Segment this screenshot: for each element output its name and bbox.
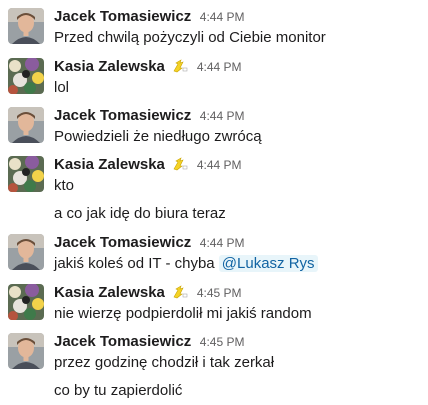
- message-text: Przed chwilą pożyczyli od Ciebie monitor: [54, 29, 326, 46]
- author-name[interactable]: Kasia Zalewska: [54, 284, 165, 301]
- timestamp[interactable]: 4:44 PM: [197, 158, 242, 172]
- message-header: Kasia Zalewska 4:45 PM: [54, 284, 242, 302]
- user-mention[interactable]: @Lukasz Rys: [218, 255, 318, 272]
- timestamp[interactable]: 4:44 PM: [197, 60, 242, 74]
- message-text: Powiedzieli że niedługo zwrócą: [54, 128, 262, 145]
- author-name[interactable]: Jacek Tomasiewicz: [54, 333, 191, 350]
- message-header: Kasia Zalewska 4:44 PM: [54, 156, 242, 174]
- message-text: kto: [54, 177, 75, 194]
- message-text: nie wierzę podpierdolił mi jakiś random: [54, 305, 312, 322]
- author-name[interactable]: Kasia Zalewska: [54, 156, 165, 173]
- character-collage-avatar-icon: [8, 58, 44, 94]
- character-collage-avatar-icon: [8, 156, 44, 192]
- message-text: przez godzinę chodził i tak zerkał: [54, 354, 275, 371]
- message-text: lol: [54, 79, 70, 96]
- person-avatar-icon: [8, 234, 44, 270]
- timestamp[interactable]: 4:45 PM: [197, 286, 242, 300]
- person-avatar-icon: [8, 333, 44, 369]
- avatar[interactable]: [8, 156, 44, 192]
- pikachu-emoji-icon[interactable]: [172, 59, 188, 73]
- avatar[interactable]: [8, 333, 44, 369]
- avatar[interactable]: [8, 8, 44, 44]
- author-name[interactable]: Kasia Zalewska: [54, 58, 165, 75]
- author-name[interactable]: Jacek Tomasiewicz: [54, 234, 191, 251]
- avatar[interactable]: [8, 58, 44, 94]
- person-avatar-icon: [8, 107, 44, 143]
- message-list: Jacek Tomasiewicz 4:44 PM Przed chwilą p…: [0, 0, 428, 405]
- message-text: a co jak idę do biura teraz: [54, 205, 226, 222]
- timestamp[interactable]: 4:44 PM: [200, 236, 245, 250]
- message-header: Jacek Tomasiewicz 4:44 PM: [54, 8, 244, 26]
- message-header: Kasia Zalewska 4:44 PM: [54, 58, 242, 76]
- pikachu-emoji-icon[interactable]: [172, 157, 188, 171]
- message-text-prefix: jakiś koleś od IT - chyba: [54, 255, 219, 272]
- timestamp[interactable]: 4:45 PM: [200, 335, 245, 349]
- message-header: Jacek Tomasiewicz 4:44 PM: [54, 107, 244, 125]
- avatar[interactable]: [8, 234, 44, 270]
- character-collage-avatar-icon: [8, 284, 44, 320]
- timestamp[interactable]: 4:44 PM: [200, 109, 245, 123]
- person-avatar-icon: [8, 8, 44, 44]
- pikachu-emoji-icon[interactable]: [172, 285, 188, 299]
- avatar[interactable]: [8, 284, 44, 320]
- message-header: Jacek Tomasiewicz 4:44 PM: [54, 234, 244, 252]
- message-text: co by tu zapierdolić: [54, 382, 183, 399]
- message-text: jakiś koleś od IT - chyba @Lukasz Rys: [54, 254, 318, 274]
- message-header: Jacek Tomasiewicz 4:45 PM: [54, 333, 244, 351]
- avatar[interactable]: [8, 107, 44, 143]
- timestamp[interactable]: 4:44 PM: [200, 10, 245, 24]
- author-name[interactable]: Jacek Tomasiewicz: [54, 8, 191, 25]
- author-name[interactable]: Jacek Tomasiewicz: [54, 107, 191, 124]
